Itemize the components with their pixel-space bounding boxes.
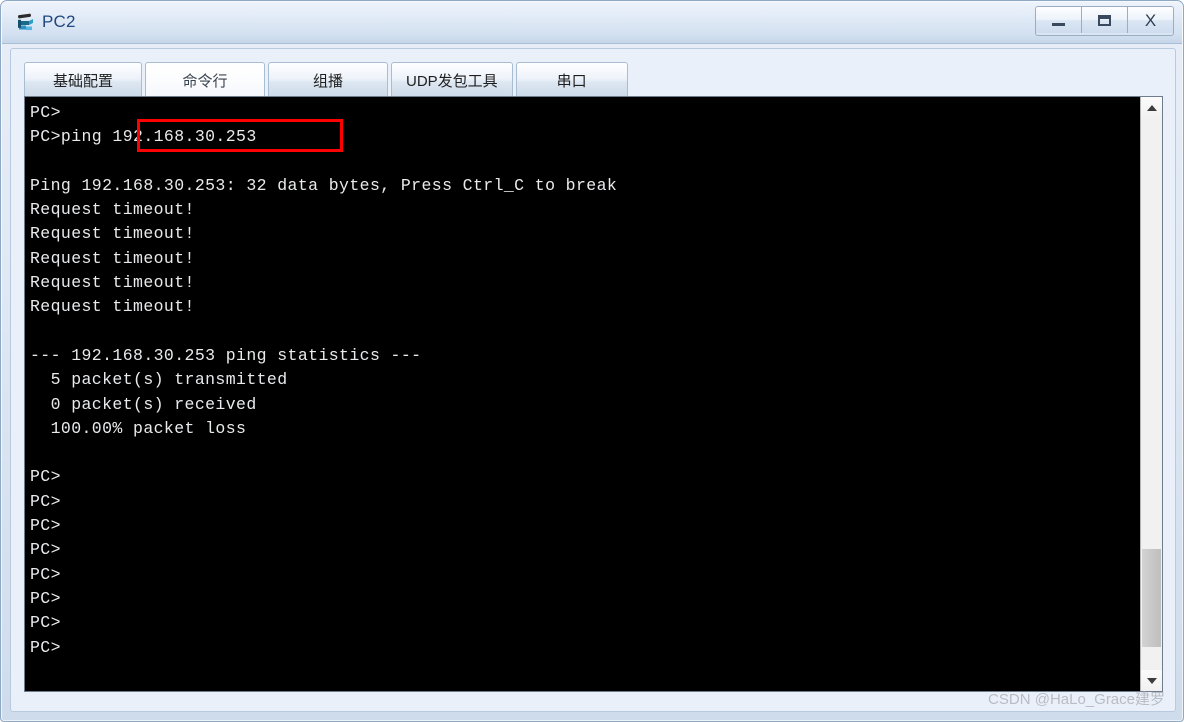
close-button[interactable]: X	[1128, 7, 1173, 33]
terminal-line: PC>	[30, 637, 61, 657]
maximize-icon	[1098, 14, 1111, 26]
tab-label: 命令行	[182, 73, 228, 90]
terminal-line: Request timeout!	[30, 224, 195, 244]
terminal-line: PC>	[30, 564, 61, 584]
chevron-down-icon	[1146, 677, 1157, 684]
terminal-panel: PC> PC>ping 192.168.30.253 Ping 192.168.3…	[24, 96, 1163, 692]
terminal-line: PC>	[30, 588, 61, 608]
terminal-line: PC>	[30, 103, 61, 122]
tab-label: UDP发包工具	[406, 73, 498, 90]
terminal-scrollbar[interactable]	[1140, 97, 1162, 691]
terminal-line: PC>	[30, 491, 61, 511]
terminal-line: Request timeout!	[30, 200, 195, 220]
terminal-line: PC>	[30, 613, 61, 633]
terminal-line: --- 192.168.30.253 ping statistics ---	[30, 345, 422, 365]
pc2-window: PC2 X 基础配置 命令行 组播 UDP发包工具 串口 PC> PC>ping…	[0, 0, 1184, 722]
maximize-button[interactable]	[1082, 7, 1128, 33]
scroll-up-button[interactable]	[1141, 97, 1162, 118]
terminal-line: Ping 192.168.30.253: 32 data bytes, Pres…	[30, 175, 618, 195]
terminal-line: Request timeout!	[30, 297, 195, 317]
tab-udp-sender[interactable]: UDP发包工具	[391, 62, 513, 98]
terminal-line: 5 packet(s) transmitted	[30, 370, 288, 390]
title-bar: PC2 X	[2, 2, 1182, 44]
tab-label: 组播	[312, 73, 343, 90]
terminal-line: Request timeout!	[30, 248, 195, 268]
terminal-line: 0 packet(s) received	[30, 394, 257, 414]
pc-device-icon	[15, 12, 37, 34]
tab-label: 串口	[556, 73, 587, 90]
tab-strip: 基础配置 命令行 组播 UDP发包工具 串口	[24, 60, 631, 98]
tab-serial-port[interactable]: 串口	[515, 62, 628, 98]
terminal-output[interactable]: PC> PC>ping 192.168.30.253 Ping 192.168.3…	[25, 97, 1140, 691]
terminal-line: PC>	[30, 467, 61, 487]
tab-multicast[interactable]: 组播	[268, 62, 388, 98]
watermark: CSDN @HaLo_Grace建罗	[988, 691, 1165, 708]
tab-command-line[interactable]: 命令行	[145, 62, 265, 98]
minimize-icon	[1052, 22, 1065, 26]
minimize-button[interactable]	[1036, 7, 1082, 33]
terminal-line: PC>ping 192.168.30.253	[30, 127, 257, 147]
scrollbar-thumb[interactable]	[1142, 549, 1161, 647]
close-icon: X	[1144, 10, 1157, 30]
terminal-line: PC>	[30, 540, 61, 560]
window-title: PC2	[42, 12, 76, 31]
terminal-line: PC>	[30, 516, 61, 536]
tab-basic-config[interactable]: 基础配置	[24, 62, 142, 98]
tab-label: 基础配置	[52, 73, 113, 90]
titlebar-divider	[2, 43, 1182, 44]
window-controls: X	[1035, 6, 1174, 36]
terminal-line: Request timeout!	[30, 273, 195, 293]
chevron-up-icon	[1146, 104, 1157, 111]
terminal-line: 100.00% packet loss	[30, 418, 247, 438]
client-area: 基础配置 命令行 组播 UDP发包工具 串口 PC> PC>ping 192.16…	[10, 48, 1176, 712]
